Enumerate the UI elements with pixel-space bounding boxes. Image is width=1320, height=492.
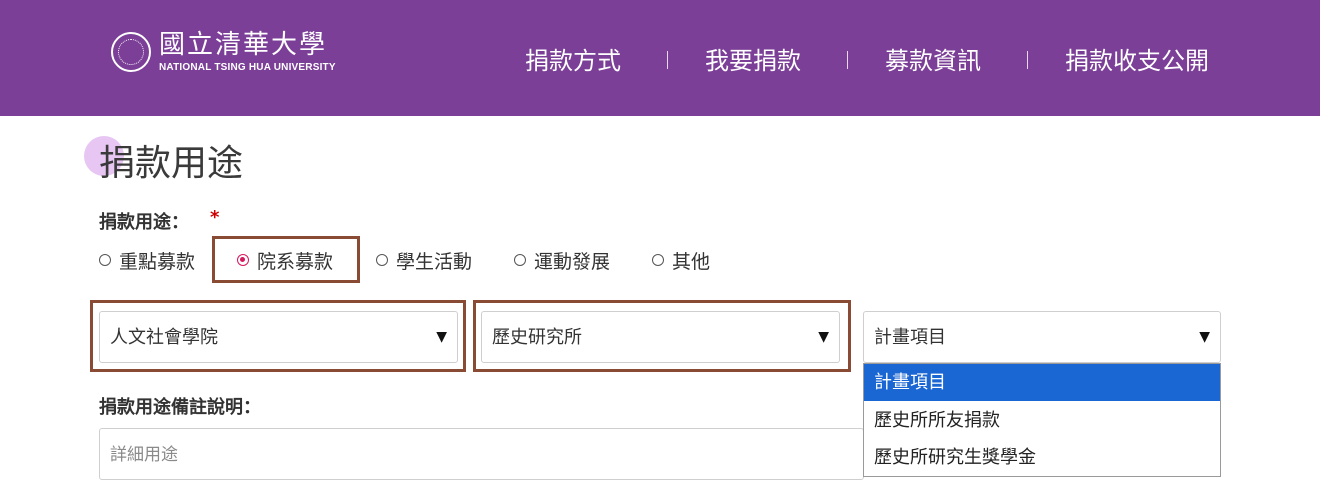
required-mark: * — [210, 207, 220, 228]
nav-separator — [1027, 51, 1028, 69]
dropdown-option-project-item[interactable]: 計畫項目 — [864, 364, 1220, 401]
university-seal-icon — [111, 32, 151, 72]
radio-sports-development[interactable]: 運動發展 — [514, 248, 611, 273]
nav-separator — [847, 51, 848, 69]
radio-label: 學生活動 — [396, 250, 473, 273]
project-dropdown-list: 計畫項目 歷史所所友捐款 歷史所研究生獎學金 — [863, 363, 1221, 477]
nav-donate-now[interactable]: 我要捐款 — [705, 44, 801, 78]
site-header: 國立清華大學 NATIONAL TSING HUA UNIVERSITY 捐款方… — [0, 0, 1320, 116]
nav-fundraising-info[interactable]: 募款資訊 — [885, 44, 981, 78]
nav-financial-disclosure[interactable]: 捐款收支公開 — [1065, 44, 1209, 78]
dropdown-arrow-icon: ▼ — [436, 329, 447, 345]
college-select[interactable]: 人文社會學院 ▼ — [99, 311, 458, 363]
page-title: 捐款用途 — [99, 143, 244, 184]
dropdown-option-graduate-scholarship[interactable]: 歷史所研究生獎學金 — [864, 439, 1220, 476]
radio-checked-icon — [237, 254, 249, 266]
radio-label: 運動發展 — [534, 250, 611, 273]
remarks-label: 捐款用途備註說明： — [99, 397, 261, 418]
nav-donation-methods[interactable]: 捐款方式 — [525, 44, 621, 78]
radio-other[interactable]: 其他 — [652, 248, 711, 273]
department-select[interactable]: 歷史研究所 ▼ — [481, 311, 840, 363]
purpose-label: 捐款用途： — [99, 212, 189, 233]
dropdown-arrow-icon: ▼ — [1199, 329, 1210, 345]
project-select[interactable]: 計畫項目 ▼ — [863, 311, 1221, 363]
radio-unchecked-icon — [652, 254, 664, 266]
remarks-placeholder: 詳細用途 — [110, 445, 178, 465]
dropdown-arrow-icon: ▼ — [818, 329, 829, 345]
radio-label: 重點募款 — [119, 250, 196, 273]
college-select-value: 人文社會學院 — [110, 327, 218, 348]
radio-label: 院系募款 — [257, 250, 334, 273]
radio-unchecked-icon — [99, 254, 111, 266]
logo-chinese-name: 國立清華大學 — [159, 30, 328, 60]
project-select-value: 計畫項目 — [874, 327, 946, 348]
radio-student-activities[interactable]: 學生活動 — [376, 248, 473, 273]
radio-department-fundraising[interactable]: 院系募款 — [237, 248, 334, 273]
radio-key-fundraising[interactable]: 重點募款 — [99, 248, 196, 273]
radio-unchecked-icon — [376, 254, 388, 266]
department-select-value: 歷史研究所 — [492, 327, 582, 348]
radio-unchecked-icon — [514, 254, 526, 266]
nav-separator — [667, 51, 668, 69]
radio-label: 其他 — [672, 250, 711, 273]
remarks-input[interactable]: 詳細用途 — [99, 428, 864, 480]
dropdown-option-alumni-donation[interactable]: 歷史所所友捐款 — [864, 402, 1220, 439]
logo-english-name: NATIONAL TSING HUA UNIVERSITY — [159, 62, 336, 73]
